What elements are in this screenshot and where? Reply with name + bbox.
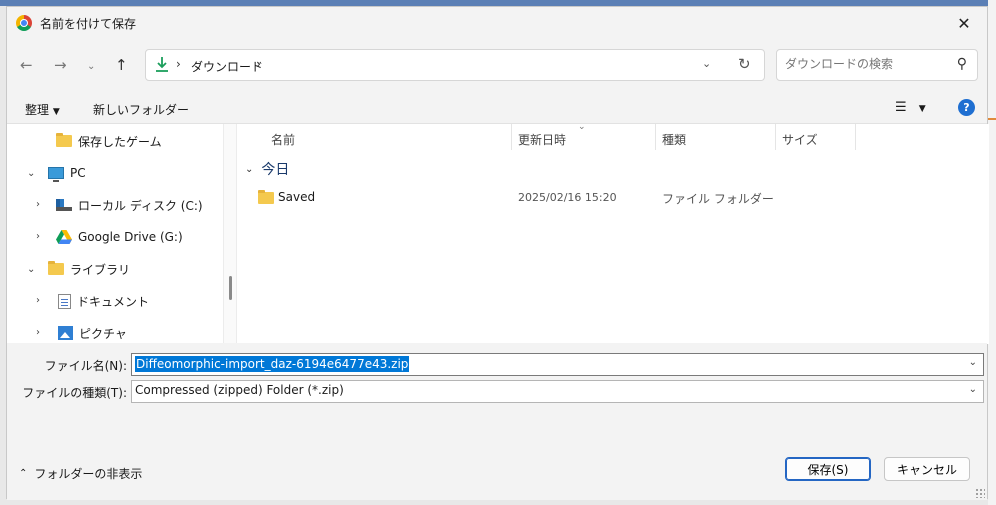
organize-button[interactable]: 整理 ▼ — [25, 101, 60, 118]
download-icon — [156, 57, 168, 72]
tree-item-libraries[interactable]: ライブラリ — [48, 259, 130, 279]
column-header-name[interactable]: 名前 — [271, 124, 295, 150]
tree-item-local-disk[interactable]: ローカル ディスク (C:) — [56, 195, 203, 215]
recent-locations-chevron-icon[interactable]: ⌄ — [87, 61, 95, 72]
breadcrumb-separator-icon[interactable]: › — [256, 57, 261, 71]
cancel-button[interactable]: キャンセル — [884, 457, 970, 481]
dialog-footer: ⌃ フォルダーの非表示 保存(S) キャンセル — [7, 443, 987, 500]
pc-icon — [48, 167, 64, 182]
search-input[interactable] — [785, 57, 945, 71]
folder-icon — [56, 133, 72, 147]
forward-arrow-icon[interactable]: → — [54, 56, 67, 74]
group-header-today[interactable]: ⌄ 今日 — [245, 159, 289, 179]
hide-folders-toggle[interactable]: ⌃ フォルダーの非表示 — [19, 465, 142, 482]
chevron-down-icon[interactable]: ⌄ — [969, 384, 977, 395]
navigation-bar: ← → ⌄ ↑ › ダウンロード › ⌄ ↻ ⚲ — [7, 39, 987, 93]
tree-item-documents[interactable]: ドキュメント — [58, 291, 149, 311]
chevron-up-icon: ⌃ — [19, 468, 28, 479]
filename-value[interactable]: Diffeomorphic-import_daz-6194e6477e43.zi… — [135, 356, 410, 372]
dialog-title: 名前を付けて保存 — [40, 17, 137, 31]
breadcrumb-separator-icon: › — [176, 57, 181, 71]
sort-chevron-icon: ⌄ — [578, 122, 586, 132]
chevron-down-icon: ⌄ — [245, 163, 254, 175]
pictures-icon — [58, 326, 73, 340]
column-header-type[interactable]: 種類 — [662, 124, 686, 150]
document-icon — [58, 293, 71, 309]
refresh-icon[interactable]: ↻ — [738, 55, 751, 73]
chrome-icon — [16, 15, 32, 31]
new-folder-button[interactable]: 新しいフォルダー — [93, 101, 189, 118]
chevron-down-icon[interactable]: ⌄ — [969, 357, 977, 368]
save-as-dialog: 名前を付けて保存 ✕ ← → ⌄ ↑ › ダウンロード › ⌄ ↻ ⚲ 整理 ▼… — [6, 6, 989, 500]
command-toolbar: 整理 ▼ 新しいフォルダー ☰ ▼ ? — [7, 93, 987, 123]
filename-label: ファイル名(N): — [44, 359, 127, 373]
filetype-select[interactable]: Compressed (zipped) Folder (*.zip) ⌄ — [131, 380, 984, 403]
column-divider[interactable] — [511, 124, 512, 150]
file-name: Saved — [278, 190, 316, 204]
address-dropdown-chevron-icon[interactable]: ⌄ — [702, 57, 711, 70]
up-arrow-icon[interactable]: ↑ — [115, 56, 128, 74]
scrollbar-thumb[interactable] — [229, 276, 232, 300]
google-drive-icon — [56, 230, 72, 244]
column-divider[interactable] — [855, 124, 856, 150]
filetype-label: ファイルの種類(T): — [22, 386, 127, 400]
tree-item-google-drive[interactable]: Google Drive (G:) — [56, 227, 183, 247]
file-modified: 2025/02/16 15:20 — [518, 191, 617, 204]
filename-input[interactable]: Diffeomorphic-import_daz-6194e6477e43.zi… — [131, 353, 984, 376]
chevron-down-icon[interactable]: ⌄ — [27, 264, 35, 275]
view-options-icon[interactable]: ☰ ▼ — [895, 100, 926, 115]
chevron-right-icon[interactable]: › — [36, 295, 40, 306]
tree-item-pc[interactable]: PC — [48, 163, 86, 183]
column-divider[interactable] — [775, 124, 776, 150]
column-divider[interactable] — [655, 124, 656, 150]
background-browser-edge — [988, 0, 996, 505]
file-list: 名前 ⌄ 更新日時 種類 サイズ ⌄ 今日 Saved 2025/02/16 1… — [237, 122, 989, 344]
navigation-scrollbar[interactable] — [223, 124, 237, 344]
column-header-modified[interactable]: 更新日時 — [518, 124, 566, 150]
help-icon[interactable]: ? — [958, 99, 975, 116]
chevron-right-icon[interactable]: › — [36, 231, 40, 242]
chevron-down-icon[interactable]: ⌄ — [27, 168, 35, 179]
folder-icon — [258, 190, 274, 207]
filename-fields: ファイル名(N): Diffeomorphic-import_daz-6194e… — [7, 343, 987, 443]
title-bar: 名前を付けて保存 ✕ — [7, 7, 987, 39]
background-accent — [988, 118, 996, 120]
tree-item-pictures[interactable]: ピクチャ — [58, 323, 127, 343]
back-arrow-icon[interactable]: ← — [20, 56, 33, 74]
table-row[interactable]: Saved 2025/02/16 15:20 ファイル フォルダー — [237, 186, 837, 208]
column-header-size[interactable]: サイズ — [782, 124, 818, 150]
save-button[interactable]: 保存(S) — [785, 457, 871, 481]
navigation-pane: 保存したゲーム ⌄ PC › ローカル ディスク (C:) › Google D… — [7, 124, 223, 344]
chevron-right-icon[interactable]: › — [36, 327, 40, 338]
close-button[interactable]: ✕ — [941, 7, 987, 39]
file-type: ファイル フォルダー — [662, 192, 774, 206]
search-box[interactable]: ⚲ — [776, 49, 978, 81]
chevron-right-icon[interactable]: › — [36, 199, 40, 210]
resize-grip-icon[interactable] — [975, 488, 985, 498]
content-area: 保存したゲーム ⌄ PC › ローカル ディスク (C:) › Google D… — [7, 122, 989, 344]
address-bar[interactable]: › ダウンロード › ⌄ ↻ — [145, 49, 765, 81]
tree-item-saved-games[interactable]: 保存したゲーム — [56, 131, 162, 151]
disk-icon — [56, 199, 72, 211]
breadcrumb-downloads[interactable]: ダウンロード — [191, 58, 263, 75]
folder-icon — [48, 261, 64, 275]
filetype-value: Compressed (zipped) Folder (*.zip) — [135, 383, 344, 397]
search-icon[interactable]: ⚲ — [957, 56, 967, 72]
